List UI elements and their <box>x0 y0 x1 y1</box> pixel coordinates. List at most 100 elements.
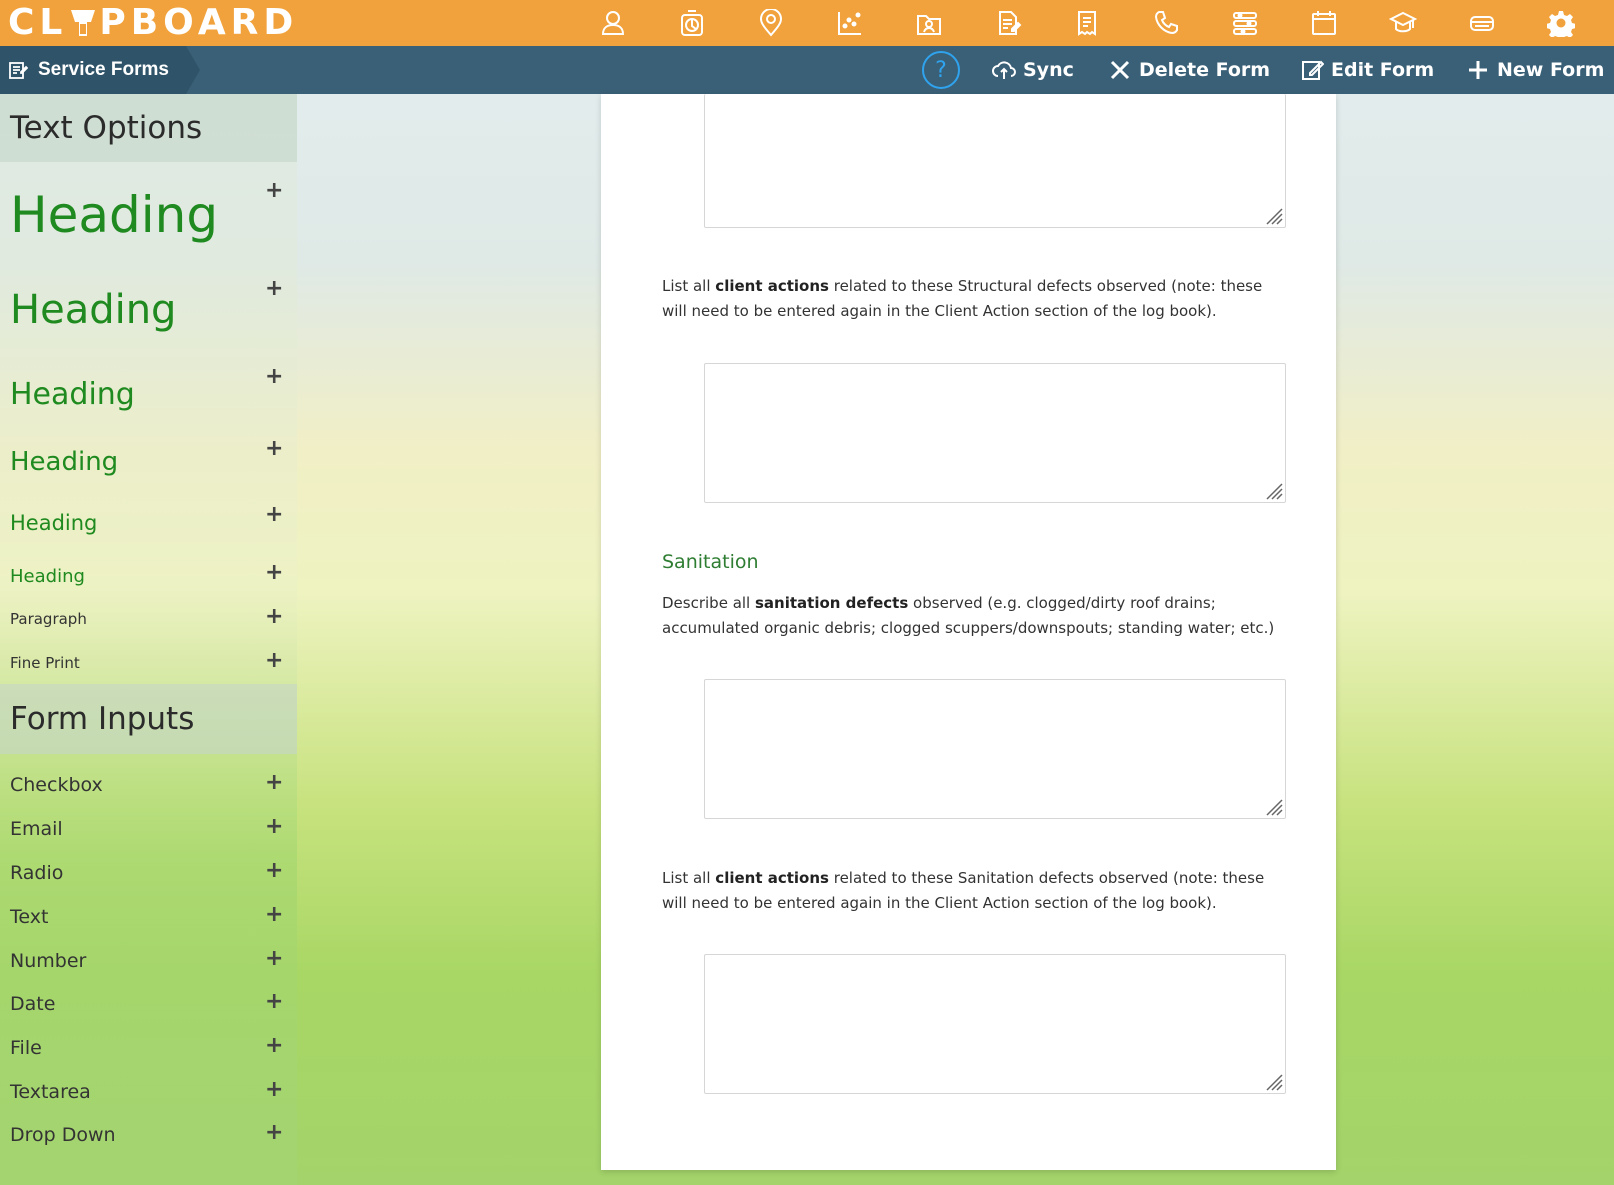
user-icon[interactable] <box>596 6 630 40</box>
resize-handle-icon[interactable] <box>1263 1071 1283 1091</box>
new-form-label: New Form <box>1497 59 1605 81</box>
option-label: Number <box>10 950 87 972</box>
option-label: Heading <box>10 565 85 587</box>
structural-defects-textarea[interactable] <box>704 94 1286 228</box>
add-icon[interactable]: + <box>265 648 283 673</box>
storage-icon[interactable] <box>1465 6 1499 40</box>
new-form-button[interactable]: New Form <box>1466 46 1604 94</box>
add-icon[interactable]: + <box>265 989 283 1014</box>
logo-text-left: CL <box>8 2 68 43</box>
resize-handle-icon[interactable] <box>1263 480 1283 500</box>
structural-actions-textarea[interactable] <box>704 363 1286 503</box>
delete-form-button[interactable]: Delete Form <box>1108 46 1270 94</box>
form-edit-icon <box>9 62 28 79</box>
option-label: Checkbox <box>10 774 103 796</box>
checkbox-option[interactable]: Checkbox + <box>0 770 297 800</box>
textarea-option[interactable]: Textarea + <box>0 1077 297 1107</box>
add-icon[interactable]: + <box>265 1033 283 1058</box>
structural-actions-prompt: List all client actions related to these… <box>662 277 1263 320</box>
edit-form-button[interactable]: Edit Form <box>1300 46 1434 94</box>
resize-handle-icon[interactable] <box>1263 205 1283 225</box>
option-label: Heading <box>10 186 219 244</box>
option-label: Heading <box>10 447 119 477</box>
option-label: File <box>10 1037 42 1059</box>
receipt-icon[interactable] <box>1070 6 1104 40</box>
sanitation-actions-textarea[interactable] <box>704 954 1286 1094</box>
heading-3-option[interactable]: Heading + <box>0 364 297 414</box>
phone-icon[interactable] <box>1149 6 1183 40</box>
option-label: Fine Print <box>10 654 80 672</box>
form-canvas: List all client actions related to these… <box>601 94 1336 1170</box>
option-label: Textarea <box>10 1081 91 1103</box>
add-icon[interactable]: + <box>265 364 283 389</box>
top-nav-bar: CL PBOARD <box>0 0 1614 46</box>
file-option[interactable]: File + <box>0 1033 297 1063</box>
add-icon[interactable]: + <box>265 502 283 527</box>
close-icon <box>1110 60 1130 80</box>
option-label: Heading <box>10 511 98 535</box>
sync-button[interactable]: Sync <box>992 46 1074 94</box>
add-icon[interactable]: + <box>265 770 283 795</box>
option-label: Radio <box>10 862 64 884</box>
document-edit-icon[interactable] <box>991 6 1025 40</box>
sync-label: Sync <box>1023 59 1074 81</box>
add-icon[interactable]: + <box>265 902 283 927</box>
add-icon[interactable]: + <box>265 858 283 883</box>
cloud-sync-icon <box>992 61 1016 79</box>
heading-1-option[interactable]: Heading + <box>0 178 297 248</box>
delete-form-label: Delete Form <box>1139 59 1271 81</box>
text-option[interactable]: Text + <box>0 902 297 932</box>
add-icon[interactable]: + <box>265 814 283 839</box>
number-option[interactable]: Number + <box>0 946 297 976</box>
builder-sidebar: Text Options Heading + Heading + Heading… <box>0 94 297 1185</box>
option-label: Text <box>10 906 49 928</box>
add-icon[interactable]: + <box>265 560 283 585</box>
contacts-folder-icon[interactable] <box>912 6 946 40</box>
text-options-header: Text Options <box>0 94 297 162</box>
scatter-chart-icon[interactable] <box>833 6 867 40</box>
help-button[interactable]: ? <box>922 51 960 89</box>
add-icon[interactable]: + <box>265 178 283 203</box>
graduation-cap-icon[interactable] <box>1386 6 1420 40</box>
heading-4-option[interactable]: Heading + <box>0 436 297 480</box>
edit-form-label: Edit Form <box>1331 59 1435 81</box>
clipboard-logo-icon <box>69 6 97 40</box>
email-option[interactable]: Email + <box>0 814 297 844</box>
logo-text-right: PBOARD <box>99 2 299 43</box>
drop-down-option[interactable]: Drop Down + <box>0 1120 297 1150</box>
heading-5-option[interactable]: Heading + <box>0 502 297 538</box>
breadcrumb[interactable]: Service Forms <box>0 46 200 94</box>
sliders-icon[interactable] <box>1228 6 1262 40</box>
form-inputs-header: Form Inputs <box>0 684 297 754</box>
option-label: Paragraph <box>10 610 87 628</box>
sanitation-heading: Sanitation <box>662 551 759 573</box>
add-icon[interactable]: + <box>265 276 283 301</box>
add-icon[interactable]: + <box>265 604 283 629</box>
app-logo[interactable]: CL PBOARD <box>8 2 298 44</box>
gear-icon[interactable] <box>1544 6 1578 40</box>
add-icon[interactable]: + <box>265 946 283 971</box>
fine-print-option[interactable]: Fine Print + <box>0 648 297 676</box>
edit-icon <box>1302 60 1324 80</box>
sanitation-actions-prompt: List all client actions related to these… <box>662 869 1265 912</box>
option-label: Drop Down <box>10 1124 116 1146</box>
paragraph-option[interactable]: Paragraph + <box>0 604 297 632</box>
action-bar: Service Forms ? Sync Delete Form Edit Fo… <box>0 46 1614 94</box>
add-icon[interactable]: + <box>265 436 283 461</box>
calendar-icon[interactable] <box>1307 6 1341 40</box>
page-title: Service Forms <box>38 59 169 80</box>
location-icon[interactable] <box>754 6 788 40</box>
option-label: Email <box>10 818 63 840</box>
resize-handle-icon[interactable] <box>1263 796 1283 816</box>
add-icon[interactable]: + <box>265 1120 283 1145</box>
option-label: Heading <box>10 287 177 333</box>
add-icon[interactable]: + <box>265 1077 283 1102</box>
heading-6-option[interactable]: Heading + <box>0 560 297 590</box>
heading-2-option[interactable]: Heading + <box>0 276 297 338</box>
option-label: Heading <box>10 376 135 412</box>
timer-icon[interactable] <box>675 6 709 40</box>
sanitation-defects-textarea[interactable] <box>704 679 1286 819</box>
radio-option[interactable]: Radio + <box>0 858 297 888</box>
option-label: Date <box>10 993 56 1015</box>
date-option[interactable]: Date + <box>0 989 297 1019</box>
